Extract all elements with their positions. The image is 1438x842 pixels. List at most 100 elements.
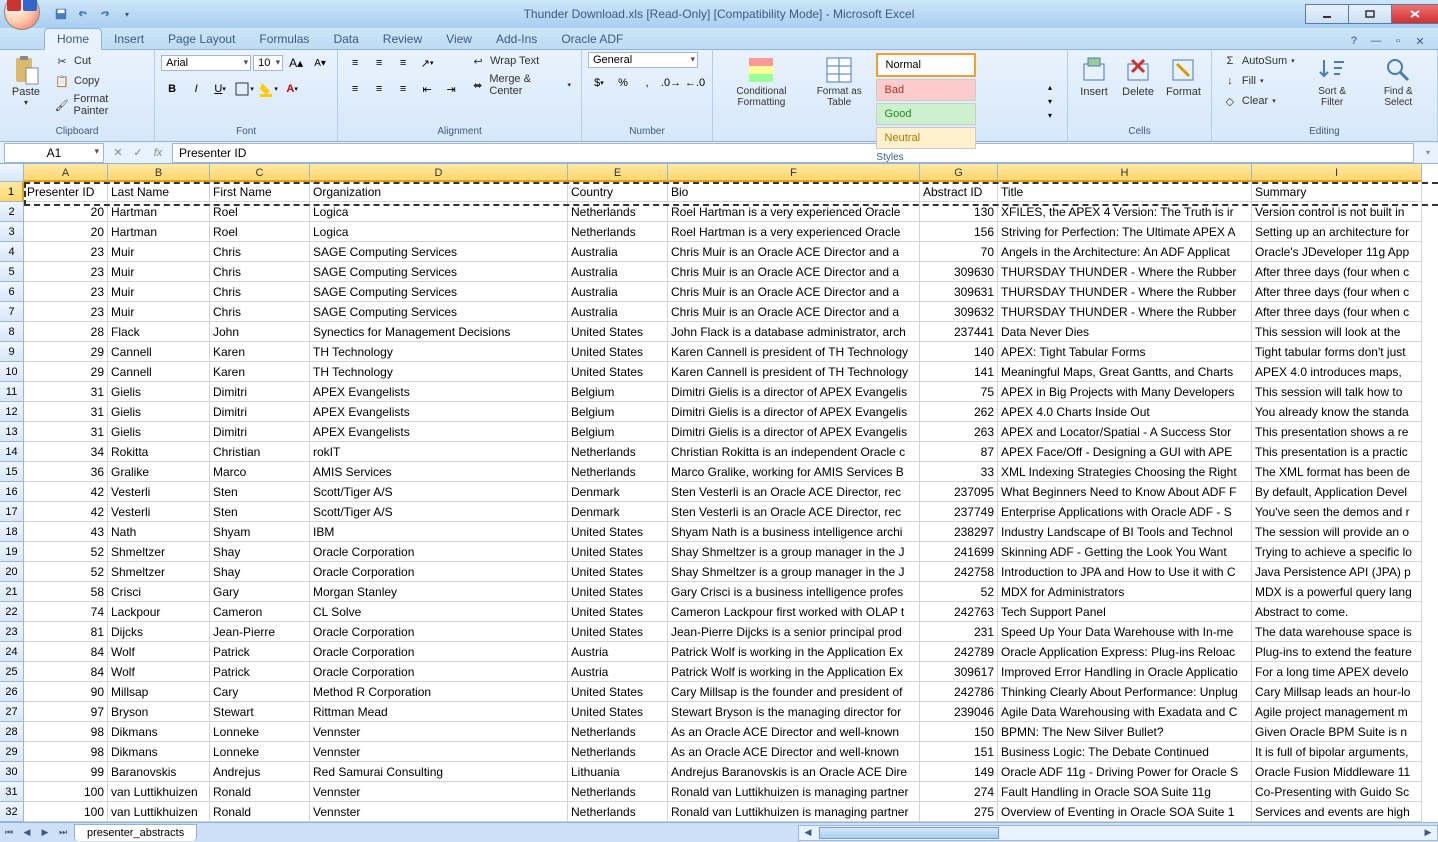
cell[interactable]: For a long time APEX develo: [1252, 662, 1422, 682]
cell[interactable]: Organization: [310, 182, 568, 202]
cell[interactable]: Vennster: [310, 722, 568, 742]
cell[interactable]: United States: [568, 522, 668, 542]
cell[interactable]: Red Samurai Consulting: [310, 762, 568, 782]
bold-button[interactable]: B: [161, 78, 183, 100]
style-neutral[interactable]: Neutral: [876, 127, 976, 149]
name-box[interactable]: A1: [4, 143, 104, 163]
cell[interactable]: After three days (four when c: [1252, 282, 1422, 302]
row-header[interactable]: 11: [0, 382, 24, 402]
cell[interactable]: Oracle Corporation: [310, 642, 568, 662]
cell[interactable]: Oracle's JDeveloper 11g App: [1252, 242, 1422, 262]
scroll-right-icon[interactable]: ▶: [1419, 824, 1437, 842]
cell[interactable]: Overview of Eventing in Oracle SOA Suite…: [998, 802, 1252, 822]
cell[interactable]: Dimitri: [210, 402, 310, 422]
cell[interactable]: 70: [920, 242, 998, 262]
cell[interactable]: 140: [920, 342, 998, 362]
styles-down-icon[interactable]: ▾: [1039, 94, 1061, 108]
percent-icon[interactable]: %: [612, 72, 634, 94]
spreadsheet-grid[interactable]: ABCDEFGHI 1Presenter IDLast NameFirst Na…: [0, 164, 1438, 822]
row-header[interactable]: 16: [0, 482, 24, 502]
cell[interactable]: Flack: [108, 322, 210, 342]
cell[interactable]: United States: [568, 322, 668, 342]
cell[interactable]: Industry Landscape of BI Tools and Techn…: [998, 522, 1252, 542]
cell[interactable]: Dijcks: [108, 622, 210, 642]
row-header[interactable]: 20: [0, 562, 24, 582]
cell[interactable]: Roel: [210, 202, 310, 222]
cell[interactable]: SAGE Computing Services: [310, 262, 568, 282]
tab-insert[interactable]: Insert: [102, 29, 156, 49]
cell[interactable]: THURSDAY THUNDER - Where the Rubber: [998, 262, 1252, 282]
cell[interactable]: 42: [24, 502, 108, 522]
tab-data[interactable]: Data: [321, 29, 370, 49]
cell[interactable]: Logica: [310, 202, 568, 222]
cell[interactable]: 97: [24, 702, 108, 722]
cell[interactable]: 274: [920, 782, 998, 802]
row-header[interactable]: 15: [0, 462, 24, 482]
number-format-combo[interactable]: General: [588, 52, 698, 68]
cell[interactable]: Presenter ID: [24, 182, 108, 202]
column-header[interactable]: G: [920, 164, 998, 182]
column-header[interactable]: C: [210, 164, 310, 182]
row-header[interactable]: 5: [0, 262, 24, 282]
cell[interactable]: Dimitri Gielis is a director of APEX Eva…: [668, 382, 920, 402]
cell[interactable]: 241699: [920, 542, 998, 562]
scroll-thumb[interactable]: [819, 827, 999, 839]
cell[interactable]: Cary: [210, 682, 310, 702]
cell[interactable]: 23: [24, 302, 108, 322]
cell[interactable]: SAGE Computing Services: [310, 302, 568, 322]
cell[interactable]: Oracle Corporation: [310, 542, 568, 562]
cell[interactable]: Muir: [108, 242, 210, 262]
cell[interactable]: Austria: [568, 642, 668, 662]
cell[interactable]: Gielis: [108, 382, 210, 402]
cell[interactable]: Shay Shmeltzer is a group manager in the…: [668, 542, 920, 562]
align-bottom-icon[interactable]: ≡: [392, 52, 414, 74]
cell[interactable]: Title: [998, 182, 1252, 202]
cell[interactable]: Shay: [210, 562, 310, 582]
row-header[interactable]: 6: [0, 282, 24, 302]
cell[interactable]: 43: [24, 522, 108, 542]
cell[interactable]: Method R Corporation: [310, 682, 568, 702]
cell[interactable]: Shay: [210, 542, 310, 562]
row-header[interactable]: 21: [0, 582, 24, 602]
cell[interactable]: Agile project management m: [1252, 702, 1422, 722]
cell[interactable]: 242789: [920, 642, 998, 662]
cell[interactable]: Denmark: [568, 482, 668, 502]
cell[interactable]: THURSDAY THUNDER - Where the Rubber: [998, 302, 1252, 322]
cell[interactable]: 29: [24, 362, 108, 382]
cell[interactable]: United States: [568, 342, 668, 362]
paste-button[interactable]: Paste▾: [6, 52, 46, 124]
cell[interactable]: Sten Vesterli is an Oracle ACE Director,…: [668, 482, 920, 502]
horizontal-scrollbar[interactable]: ◀ ▶: [798, 825, 1438, 841]
cell[interactable]: Bryson: [108, 702, 210, 722]
cell[interactable]: 309631: [920, 282, 998, 302]
cell[interactable]: Scott/Tiger A/S: [310, 482, 568, 502]
cell[interactable]: Country: [568, 182, 668, 202]
cell[interactable]: 100: [24, 782, 108, 802]
cell[interactable]: Roel Hartman is a very experienced Oracl…: [668, 202, 920, 222]
cell[interactable]: Shmeltzer: [108, 562, 210, 582]
cell[interactable]: 74: [24, 602, 108, 622]
cell[interactable]: 100: [24, 802, 108, 822]
cell[interactable]: Wolf: [108, 642, 210, 662]
cell[interactable]: Austria: [568, 662, 668, 682]
cell[interactable]: Ronald: [210, 802, 310, 822]
cell[interactable]: Version control is not built in: [1252, 202, 1422, 222]
cell[interactable]: This presentation shows a re: [1252, 422, 1422, 442]
styles-more-icon[interactable]: ▾: [1039, 108, 1061, 122]
currency-icon[interactable]: $▾: [588, 72, 610, 94]
column-header[interactable]: F: [668, 164, 920, 182]
cell[interactable]: Shyam: [210, 522, 310, 542]
cell[interactable]: 242763: [920, 602, 998, 622]
cell[interactable]: 99: [24, 762, 108, 782]
cell[interactable]: Andrejus Baranovskis is an Oracle ACE Di…: [668, 762, 920, 782]
cell[interactable]: Denmark: [568, 502, 668, 522]
cell[interactable]: Given Oracle BPM Suite is n: [1252, 722, 1422, 742]
merge-center-button[interactable]: ⬌Merge & Center▾: [466, 72, 575, 98]
cell[interactable]: 263: [920, 422, 998, 442]
cell[interactable]: 151: [920, 742, 998, 762]
cell[interactable]: rokIT: [310, 442, 568, 462]
column-header[interactable]: H: [998, 164, 1252, 182]
decrease-decimal-icon[interactable]: ←.0: [684, 72, 706, 94]
align-right-icon[interactable]: ≡: [392, 78, 414, 100]
cell[interactable]: Shyam Nath is a business intelligence ar…: [668, 522, 920, 542]
